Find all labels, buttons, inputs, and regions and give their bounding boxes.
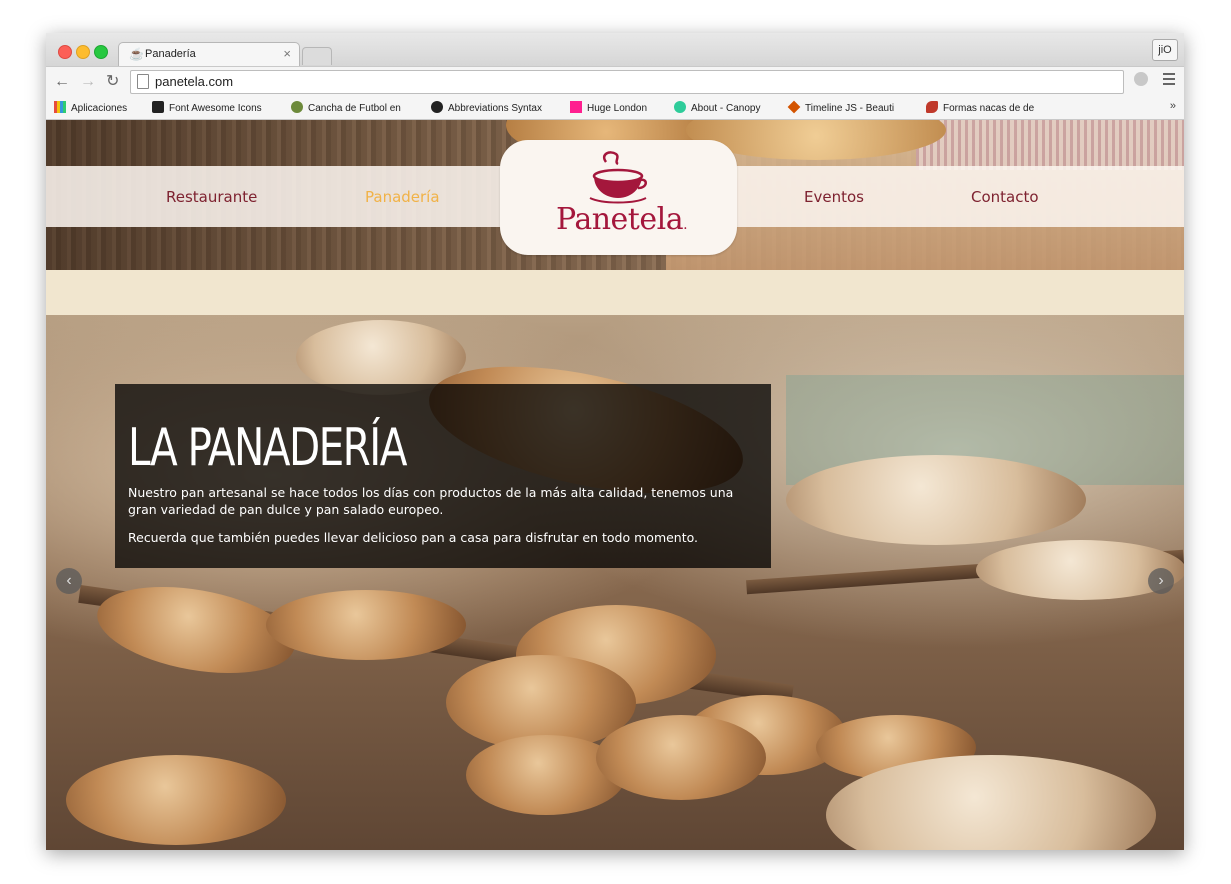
- bookmark-label: Timeline JS - Beauti: [805, 103, 895, 114]
- bookmark-item[interactable]: Font Awesome Icons: [152, 101, 262, 114]
- globe-icon: [431, 101, 443, 113]
- bookmark-label: Abbreviations Syntax: [448, 103, 542, 114]
- nav-restaurante[interactable]: Restaurante: [166, 188, 257, 206]
- slider-prev-arrow-icon[interactable]: ‹: [56, 568, 82, 594]
- panetela-logo[interactable]: Panetela.: [500, 140, 737, 255]
- huge-logo-icon: [570, 101, 582, 113]
- header-tablecloth: [916, 120, 1184, 170]
- pastry-tray: [786, 455, 1086, 545]
- back-arrow-icon[interactable]: ←: [54, 72, 70, 92]
- pastry: [596, 715, 766, 800]
- tab-title: Panadería: [145, 48, 196, 60]
- bookmark-item[interactable]: Aplicaciones: [54, 101, 127, 114]
- minimize-window-button[interactable]: [76, 45, 90, 59]
- bookmark-item[interactable]: Cancha de Futbol en: [291, 101, 401, 114]
- logo-dot: .: [683, 217, 688, 233]
- address-text: panetela.com: [155, 74, 234, 89]
- bookmark-item[interactable]: Formas nacas de de: [926, 101, 1034, 114]
- soccer-ball-icon: [291, 101, 303, 113]
- bookmark-label: About - Canopy: [691, 103, 761, 114]
- bookmark-item[interactable]: About - Canopy: [674, 101, 761, 114]
- bookmarks-bar: Aplicaciones Font Awesome Icons Cancha d…: [46, 97, 1184, 120]
- new-tab-button[interactable]: [302, 47, 332, 65]
- bookmark-item[interactable]: Abbreviations Syntax: [431, 101, 542, 114]
- pie: [66, 755, 286, 845]
- chili-icon: [926, 101, 938, 113]
- browser-window: ☕ Panadería × jiO ← → ↻ panetela.com Apl…: [46, 33, 1184, 850]
- logo-text: Panetela: [556, 202, 684, 237]
- more-bookmarks-icon[interactable]: »: [1170, 100, 1176, 112]
- panetela-favicon-icon: ☕: [129, 47, 144, 61]
- nav-contacto[interactable]: Contacto: [971, 188, 1039, 206]
- bookmark-label: Huge London: [587, 103, 648, 114]
- browser-tab[interactable]: ☕ Panadería ×: [118, 42, 300, 67]
- slide-paragraph: Nuestro pan artesanal se hace todos los …: [128, 485, 734, 517]
- browser-toolbar: ← → ↻ panetela.com: [46, 66, 1184, 98]
- page-viewport: Restaurante Panadería Eventos Contacto P…: [46, 120, 1184, 850]
- bookmark-label: Formas nacas de de: [943, 103, 1035, 114]
- extension-icon[interactable]: [1134, 72, 1148, 86]
- hero-slider: LA PANADERÍA Nuestro pan artesanal se ha…: [46, 315, 1184, 850]
- bookmark-label: Font Awesome Icons: [169, 103, 262, 114]
- page-icon: [137, 74, 149, 89]
- bookmark-label: Aplicaciones: [71, 103, 128, 114]
- bookmark-item[interactable]: Huge London: [570, 101, 647, 114]
- reload-icon[interactable]: ↻: [106, 72, 119, 92]
- slide-caption: LA PANADERÍA Nuestro pan artesanal se ha…: [115, 384, 771, 568]
- slide-paragraph: Recuerda que también puedes llevar delic…: [128, 530, 699, 545]
- hamburger-menu-icon[interactable]: [1163, 73, 1175, 88]
- bookmark-item[interactable]: Timeline JS - Beauti: [787, 100, 895, 114]
- tab-close-icon[interactable]: ×: [283, 46, 291, 61]
- logo-wordmark: Panetela.: [556, 202, 688, 237]
- slider-next-arrow-icon[interactable]: ›: [1148, 568, 1174, 594]
- address-bar[interactable]: panetela.com: [130, 70, 1124, 94]
- title-bar: ☕ Panadería × jiO: [46, 33, 1184, 67]
- coffee-cup-icon: [589, 151, 647, 204]
- nav-eventos[interactable]: Eventos: [804, 188, 864, 206]
- canopy-icon: [674, 101, 686, 113]
- slide-title: LA PANADERÍA: [128, 418, 407, 478]
- pastry: [266, 590, 466, 660]
- bookmark-label: Cancha de Futbol en: [308, 103, 401, 114]
- paper-texture-band: [46, 270, 1184, 315]
- profile-button[interactable]: jiO: [1152, 39, 1178, 61]
- nav-panaderia[interactable]: Panadería: [365, 188, 440, 206]
- timeline-icon: [787, 100, 801, 114]
- close-window-button[interactable]: [58, 45, 72, 59]
- zoom-window-button[interactable]: [94, 45, 108, 59]
- flag-icon: [152, 101, 164, 113]
- forward-arrow-icon[interactable]: →: [80, 72, 96, 92]
- apps-grid-icon: [54, 101, 66, 113]
